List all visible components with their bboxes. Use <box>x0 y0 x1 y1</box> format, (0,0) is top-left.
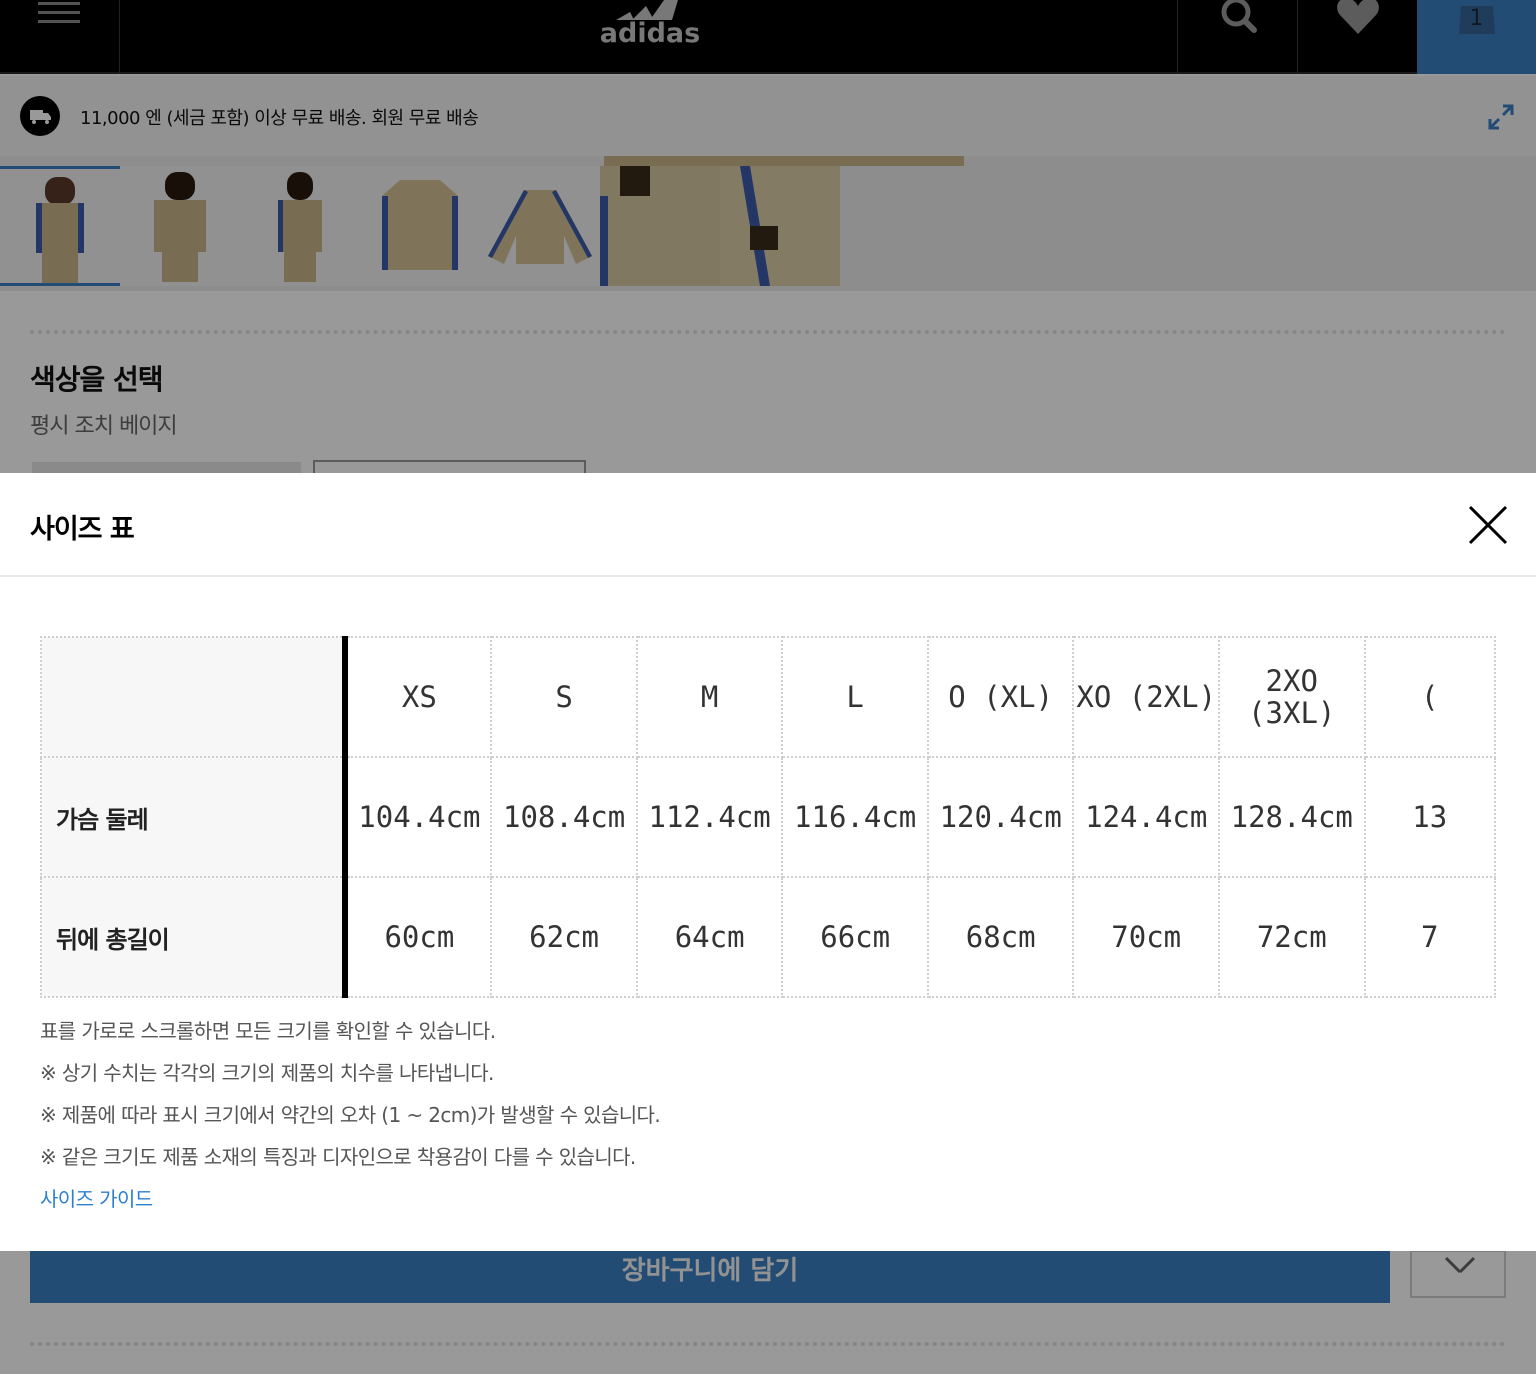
modal-header: 사이즈 표 <box>0 473 1536 577</box>
table-row: 가슴 둘레 104.4cm 108.4cm 112.4cm 116.4cm 12… <box>40 756 1496 878</box>
table-cell: 124.4cm <box>1072 756 1220 878</box>
table-cell: 104.4cm <box>344 756 493 878</box>
table-cell: 128.4cm <box>1217 756 1366 878</box>
size-header: ( <box>1363 636 1496 758</box>
table-header-row: XS S M L O (XL) XO (2XL) 2XO (3XL) ( <box>40 636 1496 758</box>
size-header: L <box>781 636 929 758</box>
row-label-chest: 가슴 둘레 <box>40 756 349 878</box>
tolerance-note: ※ 제품에 따라 표시 크기에서 약간의 오차 (1 ~ 2cm)가 발생할 수… <box>40 1103 661 1127</box>
table-cell: 13 <box>1363 756 1496 878</box>
size-guide-link[interactable]: 사이즈 가이드 <box>40 1184 660 1214</box>
table-cell: 68cm <box>926 876 1075 998</box>
close-button[interactable] <box>1466 503 1510 547</box>
measurement-note: ※ 상기 수치는 각각의 크기의 제품의 치수를 나타냅니다. <box>40 1061 494 1085</box>
table-cell: 64cm <box>635 876 784 998</box>
modal-title: 사이즈 표 <box>30 514 135 545</box>
table-cell: 70cm <box>1072 876 1220 998</box>
table-cell: 66cm <box>781 876 929 998</box>
table-cell: 116.4cm <box>781 756 929 878</box>
size-header: XS <box>344 636 493 758</box>
size-header: O (XL) <box>926 636 1075 758</box>
table-cell: 72cm <box>1217 876 1366 998</box>
scroll-hint-note: 표를 가로로 스크롤하면 모든 크기를 확인할 수 있습니다. <box>40 1019 496 1043</box>
table-cell: 7 <box>1363 876 1496 998</box>
header-corner-cell <box>40 636 349 758</box>
table-row: 뒤에 총길이 60cm 62cm 64cm 66cm 68cm 70cm 72c… <box>40 876 1496 998</box>
table-cell: 62cm <box>490 876 638 998</box>
fit-note: ※ 같은 크기도 제품 소재의 특징과 디자인으로 착용감이 다를 수 있습니다… <box>40 1145 636 1169</box>
close-icon <box>1468 505 1508 545</box>
size-chart-modal: 사이즈 표 XS S M L O (XL) XO (2XL) 2XO (3XL)… <box>0 473 1536 1251</box>
size-header: S <box>490 636 638 758</box>
size-notes: 표를 가로로 스크롤하면 모든 크기를 확인할 수 있습니다. ※ 상기 수치는… <box>40 1016 661 1214</box>
row-label-back-length: 뒤에 총길이 <box>40 876 349 998</box>
table-cell: 120.4cm <box>926 756 1075 878</box>
size-table-scroll[interactable]: XS S M L O (XL) XO (2XL) 2XO (3XL) ( 가슴 … <box>40 636 1496 1000</box>
size-header: XO (2XL) <box>1072 636 1220 758</box>
table-cell: 60cm <box>344 876 493 998</box>
size-table: XS S M L O (XL) XO (2XL) 2XO (3XL) ( 가슴 … <box>40 636 1496 998</box>
size-header: 2XO (3XL) <box>1217 636 1366 758</box>
table-cell: 112.4cm <box>635 756 784 878</box>
table-cell: 108.4cm <box>490 756 638 878</box>
size-header: M <box>635 636 784 758</box>
